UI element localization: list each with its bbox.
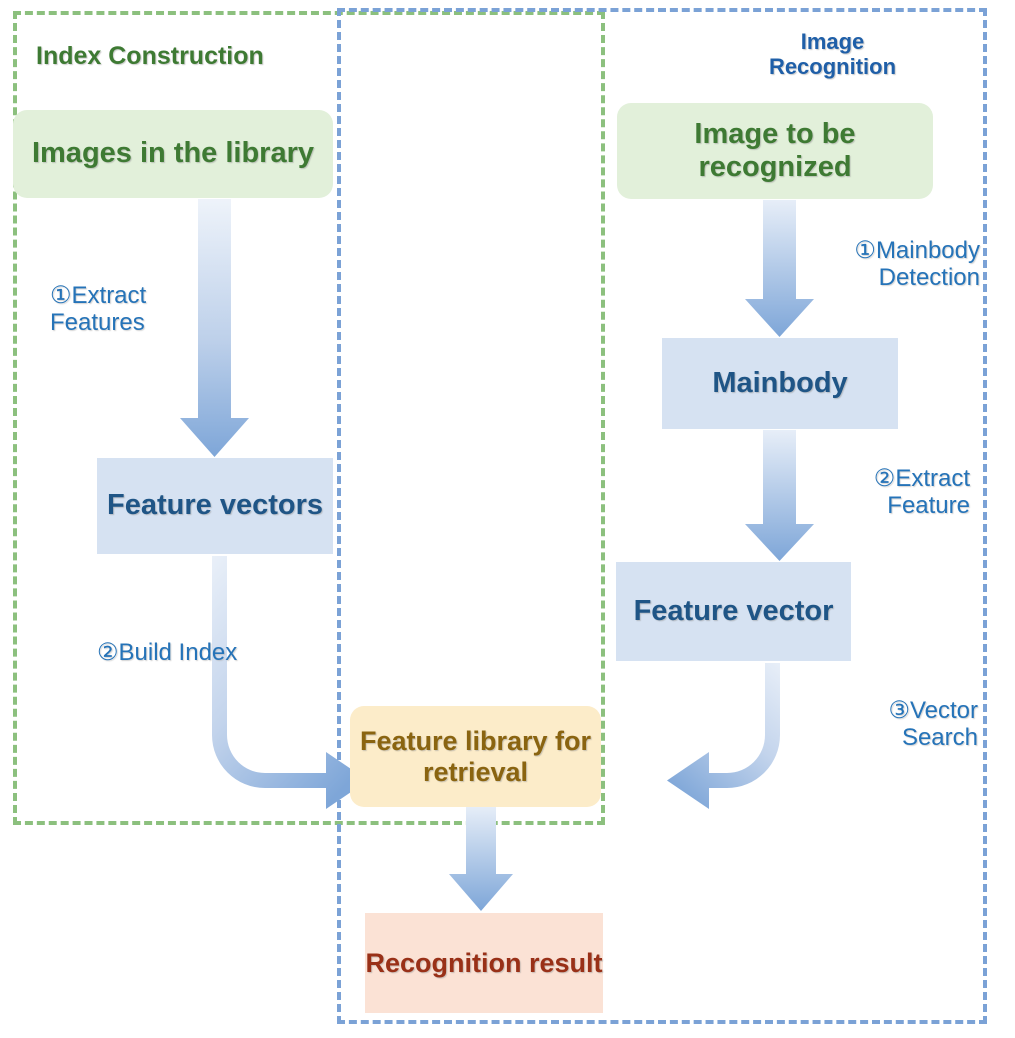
node-image-to-be-recognized[interactable]: Image to be recognized: [617, 103, 933, 199]
node-images-in-library[interactable]: Images in the library: [13, 110, 333, 198]
edge-label-extract-features: ①Extract Features: [50, 282, 147, 336]
edge-label-mainbody-detection: ①Mainbody Detection: [854, 237, 980, 291]
region-label-index-construction: Index Construction: [36, 42, 264, 70]
node-mainbody[interactable]: Mainbody: [662, 338, 898, 429]
region-label-line-2: Recognition: [768, 53, 897, 79]
edge-label-vector-search: ③Vector Search: [888, 697, 978, 751]
node-feature-vectors[interactable]: Feature vectors: [97, 458, 333, 554]
diagram-canvas: Index Construction Image Recognition Ima…: [0, 0, 1015, 1038]
region-label-line-1: Image: [800, 29, 865, 54]
edge-label-extract-feature: ②Extract Feature: [873, 465, 970, 519]
node-recognition-result[interactable]: Recognition result: [365, 913, 603, 1013]
edge-label-build-index: ②Build Index: [97, 639, 238, 666]
region-label-image-recognition: Image Recognition: [700, 29, 965, 79]
node-feature-library-for-retrieval[interactable]: Feature library for retrieval: [350, 706, 601, 807]
node-feature-vector[interactable]: Feature vector: [616, 562, 851, 661]
